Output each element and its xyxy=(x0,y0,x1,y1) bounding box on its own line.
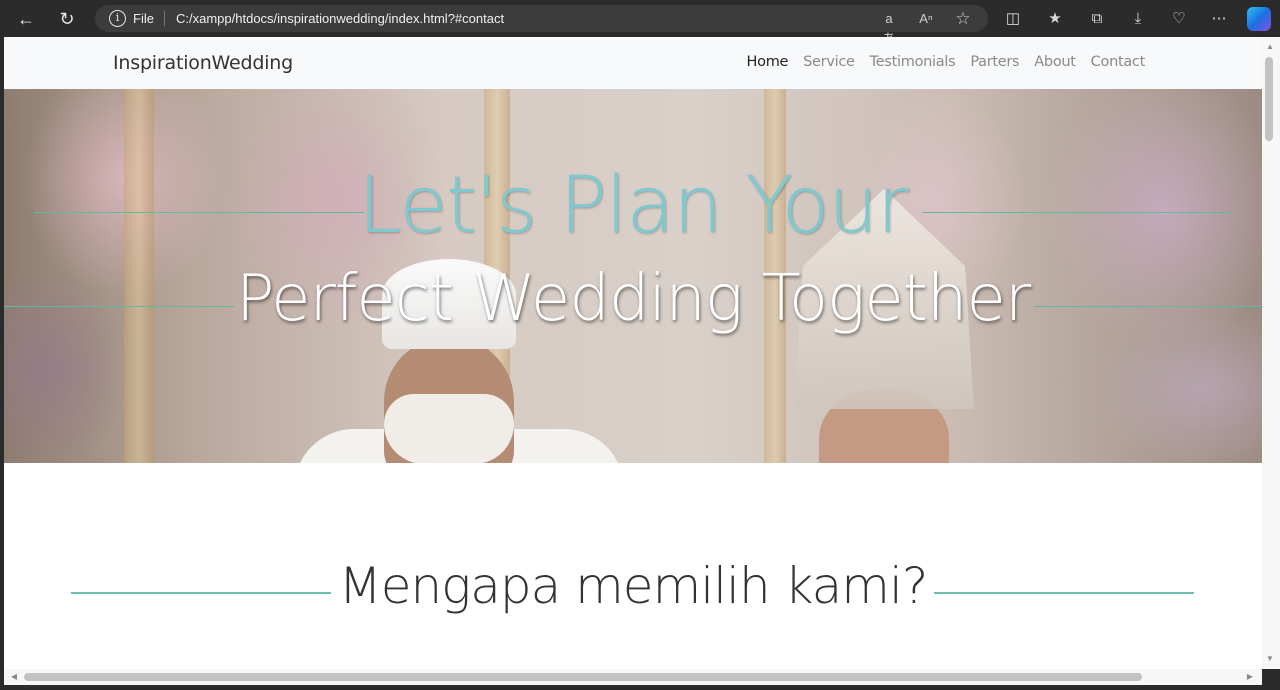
site-navbar: InspirationWedding Home Service Testimon… xyxy=(4,37,1262,89)
scroll-right-arrow-icon[interactable]: ▶ xyxy=(1244,671,1256,683)
downloads-icon[interactable]: ⤓ xyxy=(1127,8,1149,30)
back-arrow-icon[interactable]: ← xyxy=(13,6,39,32)
nav-parters[interactable]: Parters xyxy=(970,54,1019,70)
info-icon[interactable]: i xyxy=(109,10,126,27)
hero-title-line2: Perfect Wedding Together xyxy=(235,262,1031,336)
url-text[interactable]: C:/xampp/htdocs/inspirationwedding/index… xyxy=(176,11,504,26)
collections-icon[interactable]: ⧉ xyxy=(1086,8,1108,30)
browser-toolbar: ← ↻ i File C:/xampp/htdocs/inspirationwe… xyxy=(0,0,1280,46)
nav-contact[interactable]: Contact xyxy=(1091,54,1146,70)
nav-links: Home Service Testimonials Parters About … xyxy=(732,54,1146,70)
vertical-scrollbar[interactable]: ▲ ▼ xyxy=(1262,37,1280,669)
section-heading: Mengapa memilih kami? xyxy=(338,557,929,615)
translate-icon[interactable]: aあ xyxy=(879,9,899,46)
address-bar[interactable]: i File C:/xampp/htdocs/inspirationweddin… xyxy=(95,5,988,46)
favorites-icon[interactable]: ★ xyxy=(1044,8,1066,30)
file-label: File xyxy=(133,11,154,26)
nav-about[interactable]: About xyxy=(1034,54,1076,70)
favorite-star-icon[interactable]: ☆ xyxy=(953,9,973,29)
vertical-scroll-thumb[interactable] xyxy=(1265,57,1273,141)
scroll-up-arrow-icon[interactable]: ▲ xyxy=(1264,41,1276,53)
address-separator xyxy=(164,11,165,26)
horizontal-scrollbar[interactable]: ◀ ▶ xyxy=(4,669,1262,685)
split-screen-icon[interactable]: ◫ xyxy=(1002,8,1024,30)
section-divider-right xyxy=(934,592,1194,594)
horizontal-scroll-thumb[interactable] xyxy=(24,673,1142,681)
nav-service[interactable]: Service xyxy=(803,54,855,70)
browser-essentials-icon[interactable]: ♡ xyxy=(1168,8,1190,30)
copilot-icon[interactable] xyxy=(1247,7,1271,31)
window-bottom-edge xyxy=(0,685,1280,690)
nav-home[interactable]: Home xyxy=(747,54,789,70)
read-aloud-icon[interactable]: Aⁿ xyxy=(916,9,936,29)
hero-title-line1: Let's Plan Your xyxy=(358,161,909,251)
scroll-left-arrow-icon[interactable]: ◀ xyxy=(8,671,20,683)
more-menu-icon[interactable]: ⋯ xyxy=(1208,8,1230,30)
hero-banner: Let's Plan Your Perfect Wedding Together xyxy=(4,89,1262,463)
hero-photo-groom-mask xyxy=(384,394,514,463)
refresh-icon[interactable]: ↻ xyxy=(54,6,80,32)
page-viewport: InspirationWedding Home Service Testimon… xyxy=(4,37,1262,669)
nav-testimonials[interactable]: Testimonials xyxy=(870,54,956,70)
scroll-down-arrow-icon[interactable]: ▼ xyxy=(1264,653,1276,665)
site-brand[interactable]: InspirationWedding xyxy=(113,52,293,74)
